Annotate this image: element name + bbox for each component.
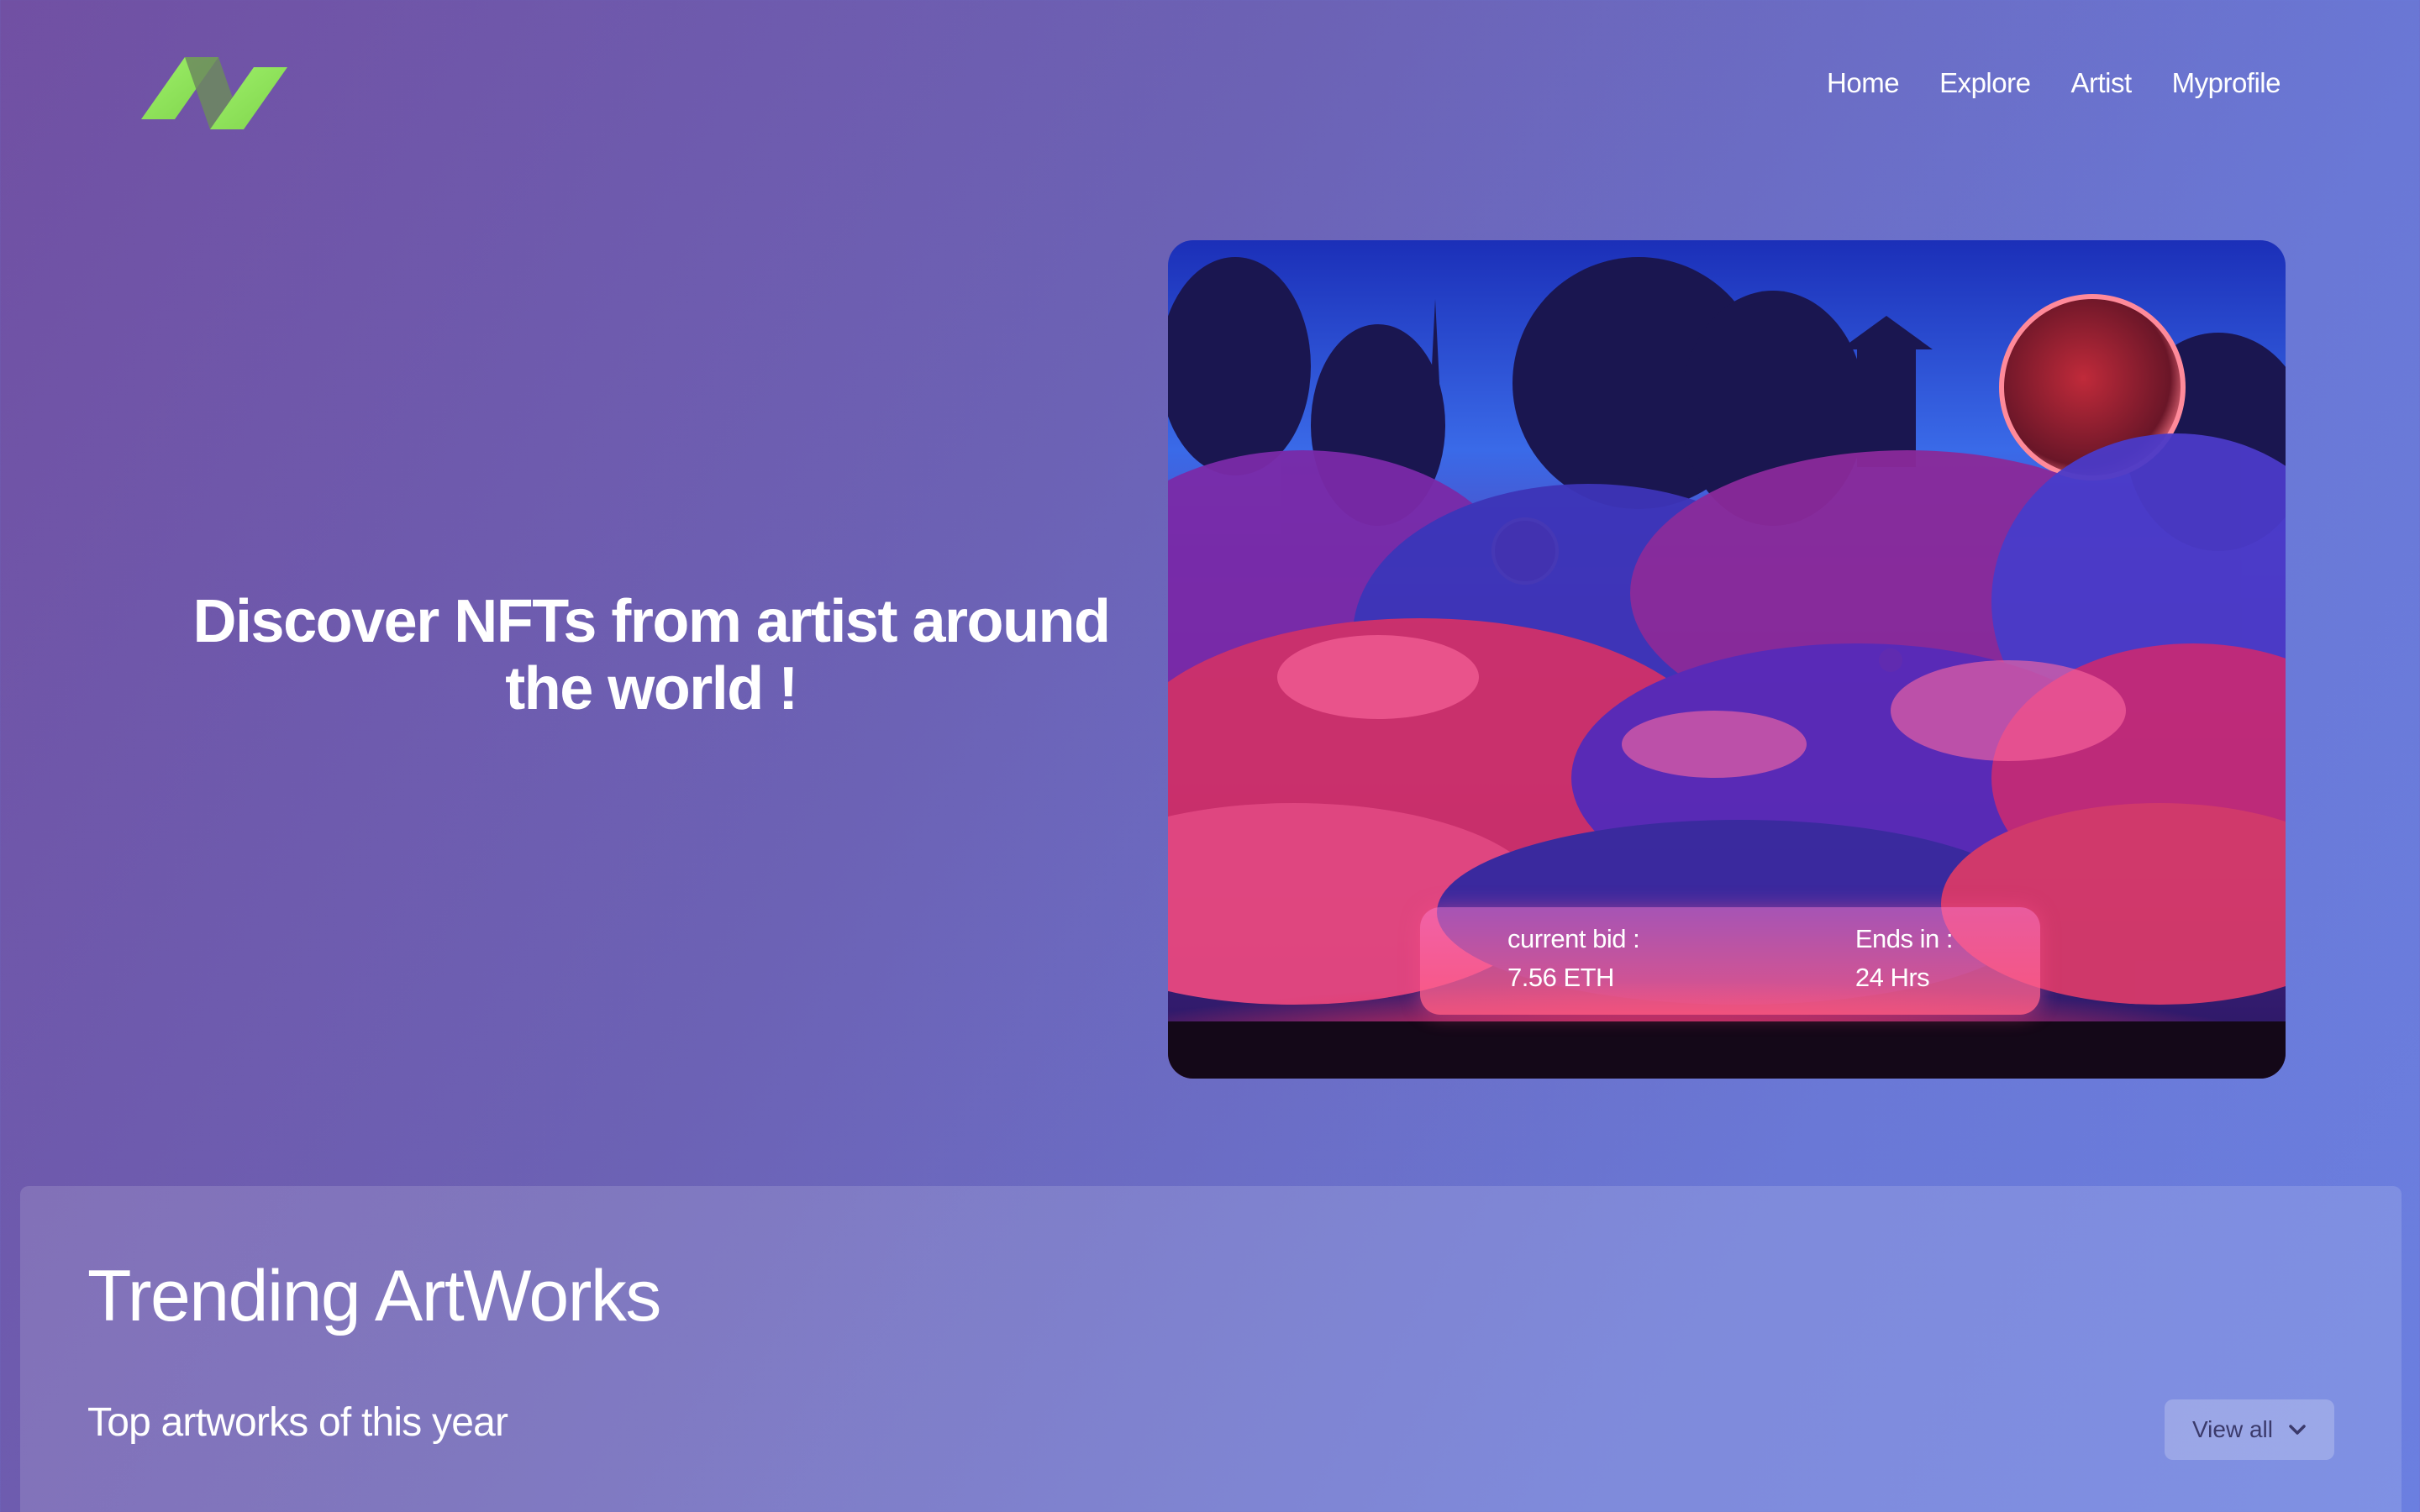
brand-logo[interactable]	[134, 30, 294, 156]
ends-in-label: Ends in :	[1854, 924, 1954, 953]
hero-title-line1: Discover NFTs from artist around	[192, 588, 1111, 655]
trending-title: Trending ArtWorks	[87, 1256, 661, 1336]
nav-home[interactable]: Home	[1827, 67, 1900, 99]
trending-section: Trending ArtWorks Top artworks of this y…	[20, 1186, 2402, 1512]
ends-in-value: 24 Hrs	[1854, 963, 1930, 992]
logo-icon	[141, 57, 287, 129]
trending-subtitle: Top artworks of this year	[87, 1400, 508, 1445]
hero-title: Discover NFTs from artist around the wor…	[168, 588, 1134, 722]
nav-artist[interactable]: Artist	[2070, 67, 2132, 99]
current-bid: current bid : 7.56 ETH	[1507, 924, 1640, 1015]
nav-explore[interactable]: Explore	[1939, 67, 2031, 99]
view-all-button[interactable]: View all	[2165, 1399, 2334, 1460]
nav-myprofile[interactable]: Myprofile	[2172, 67, 2281, 99]
featured-artwork-card[interactable]: current bid : 7.56 ETH Ends in : 24 Hrs	[1168, 240, 2286, 1079]
hero-title-line2: the world !	[505, 655, 798, 722]
current-bid-label: current bid :	[1507, 924, 1640, 953]
auction-ends: Ends in : 24 Hrs	[1854, 924, 1954, 1015]
current-bid-value: 7.56 ETH	[1507, 963, 1614, 992]
main-nav: Home Explore Artist Myprofile	[1827, 67, 2281, 99]
view-all-label: View all	[2192, 1416, 2273, 1442]
chevron-down-icon	[2289, 1425, 2306, 1435]
bid-info-panel: current bid : 7.56 ETH Ends in : 24 Hrs	[1420, 907, 2040, 1015]
